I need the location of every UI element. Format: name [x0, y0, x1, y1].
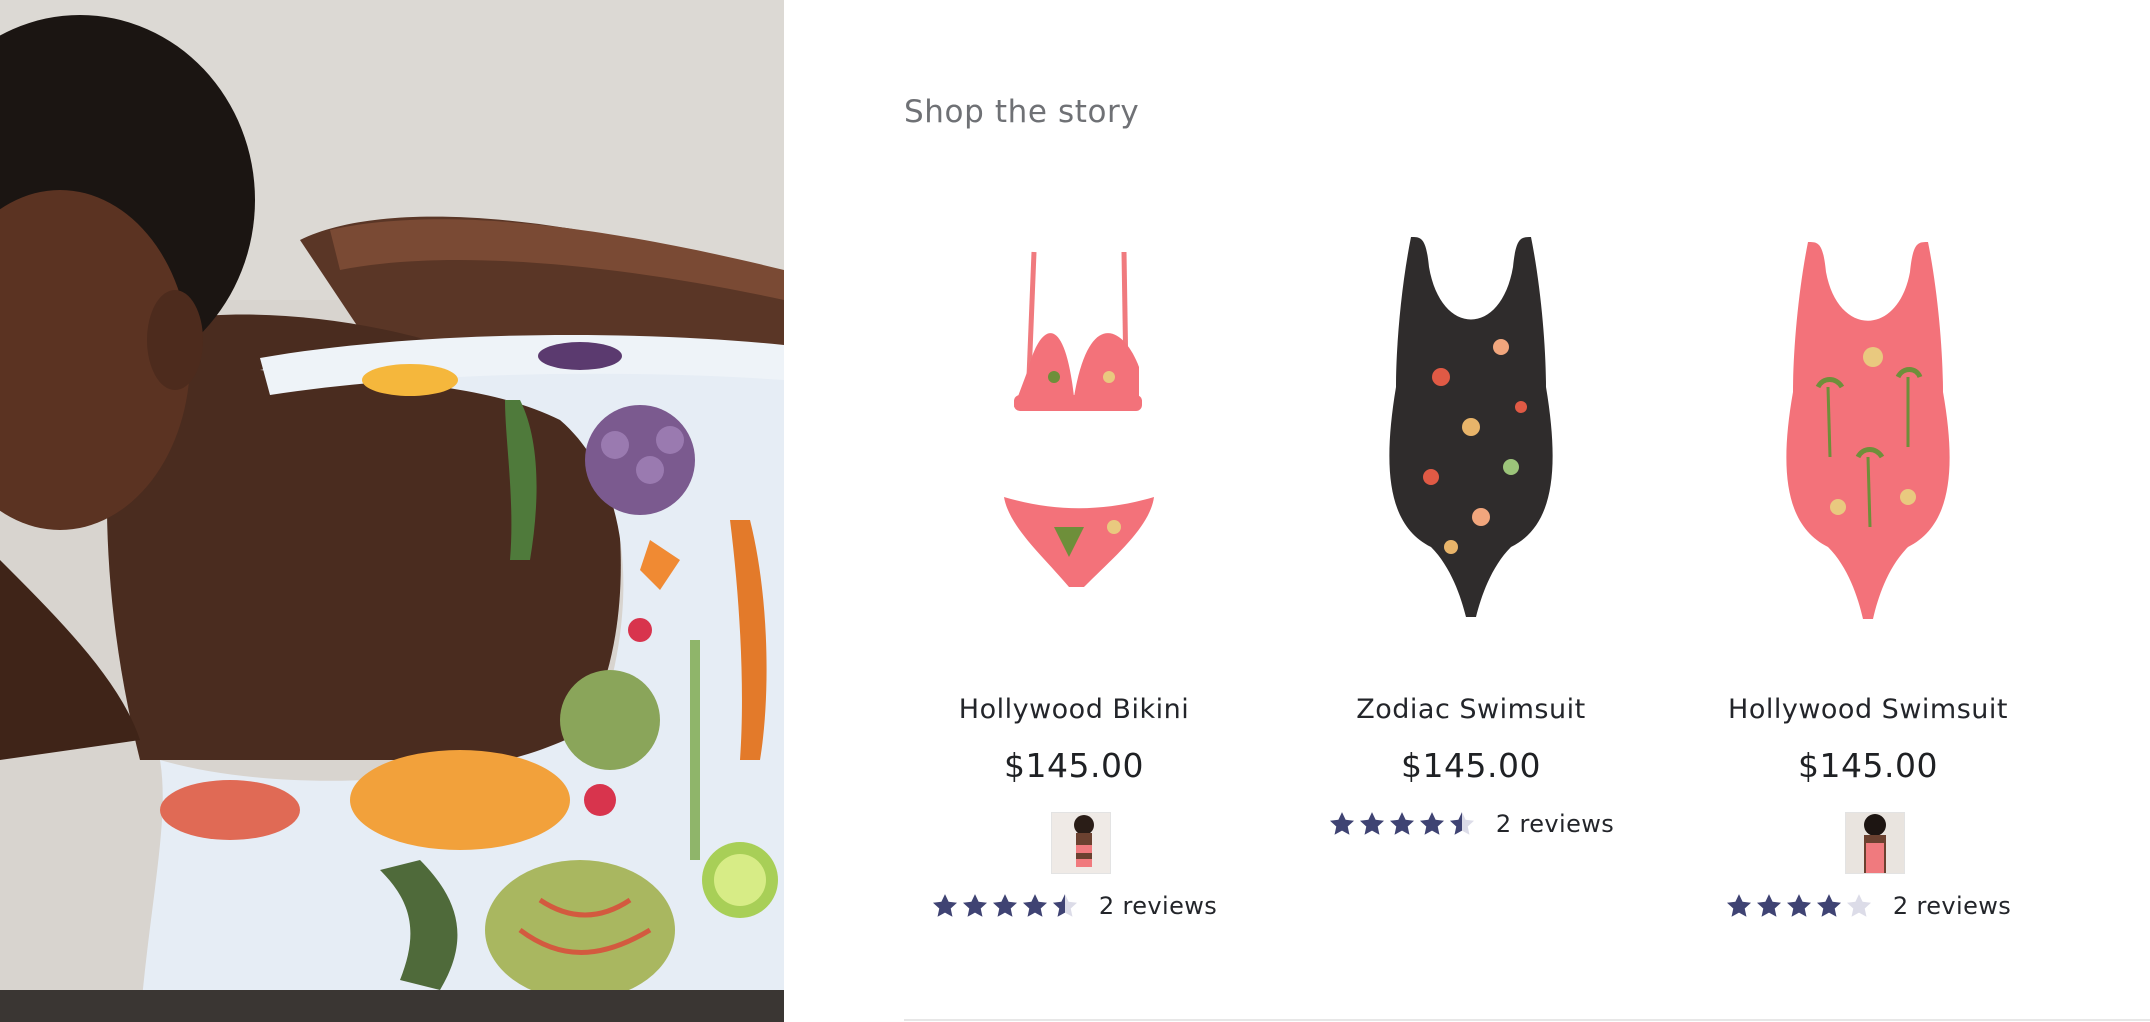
product-rating[interactable]: 2 reviews — [1698, 892, 2038, 920]
star-icon — [1419, 812, 1444, 835]
bikini-image — [1004, 251, 1154, 587]
variant-swatch[interactable] — [1051, 812, 1111, 874]
product-price: $145.00 — [1004, 746, 1144, 785]
story-lifestyle-photo — [0, 0, 784, 1022]
product-image[interactable] — [1301, 212, 1641, 642]
variant-swatch[interactable] — [1845, 812, 1905, 874]
star-icon — [1726, 894, 1751, 917]
star-icon — [1022, 894, 1047, 917]
product-title[interactable]: Hollywood Bikini — [904, 694, 1244, 725]
product-card-hollywood-swimsuit[interactable]: Hollywood Swimsuit $145.00 2 reviews — [1698, 212, 2038, 952]
star-rating — [931, 892, 1079, 920]
swimsuit-image — [1389, 237, 1553, 617]
section-title: Shop the story — [904, 94, 1140, 130]
product-price: $145.00 — [1401, 746, 1541, 785]
product-rating[interactable]: 2 reviews — [1301, 810, 1641, 838]
star-icon — [1816, 894, 1841, 917]
product-image[interactable] — [1698, 212, 2038, 642]
reviews-count[interactable]: 2 reviews — [1099, 892, 1217, 920]
star-rating — [1328, 810, 1476, 838]
product-title[interactable]: Hollywood Swimsuit — [1698, 694, 2038, 725]
empty-star-icon — [1846, 894, 1871, 917]
product-card-hollywood-bikini[interactable]: Hollywood Bikini $145.00 2 reviews — [904, 212, 1244, 952]
star-icon — [992, 894, 1017, 917]
page: Shop the story Hollywood Bikini $145.00 … — [0, 0, 2150, 1022]
reviews-count[interactable]: 2 reviews — [1496, 810, 1614, 838]
star-icon — [1786, 894, 1811, 917]
section-divider — [904, 1019, 2150, 1021]
swimsuit-image — [1786, 242, 1950, 619]
star-icon — [962, 894, 987, 917]
shop-the-story-section: Shop the story Hollywood Bikini $145.00 … — [904, 0, 2150, 1022]
product-price: $145.00 — [1798, 746, 1938, 785]
star-icon — [1389, 812, 1414, 835]
product-image[interactable] — [904, 212, 1244, 642]
product-rating[interactable]: 2 reviews — [904, 892, 1244, 920]
product-title[interactable]: Zodiac Swimsuit — [1301, 694, 1641, 725]
half-star-icon — [1449, 812, 1474, 835]
star-icon — [1756, 894, 1781, 917]
star-icon — [1329, 812, 1354, 835]
product-card-zodiac-swimsuit[interactable]: Zodiac Swimsuit $145.00 2 reviews — [1301, 212, 1641, 952]
half-star-icon — [1052, 894, 1077, 917]
star-icon — [1359, 812, 1384, 835]
star-icon — [932, 894, 957, 917]
reviews-count[interactable]: 2 reviews — [1893, 892, 2011, 920]
star-rating — [1725, 892, 1873, 920]
